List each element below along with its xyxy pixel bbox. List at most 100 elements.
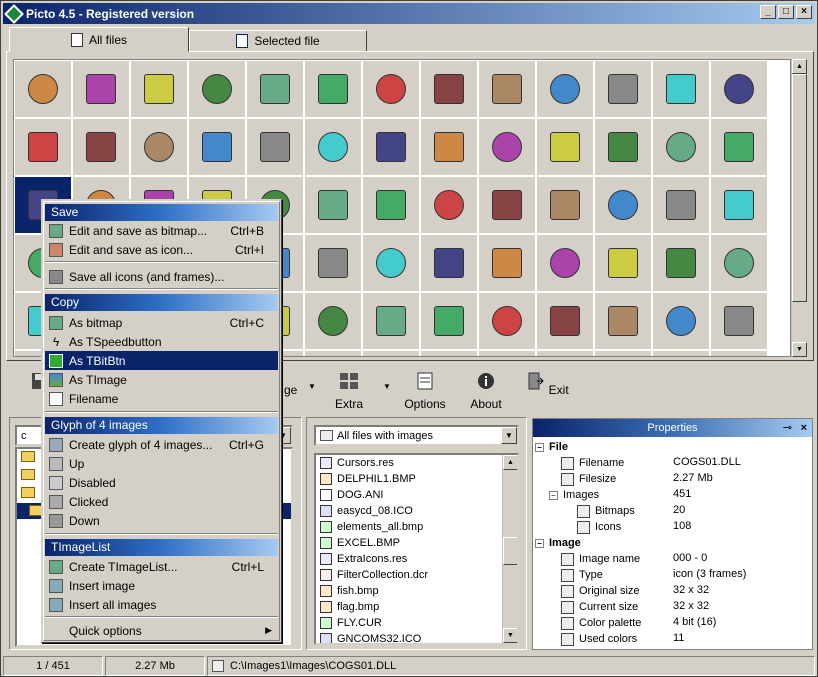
icon-cell[interactable] — [305, 293, 361, 349]
menu-item-insert-image[interactable]: Insert image — [45, 576, 278, 595]
collapse-icon[interactable]: − — [549, 490, 558, 500]
file-list-item[interactable]: FilterCollection.dcr — [316, 567, 517, 583]
file-list-item[interactable]: EXCEL.BMP — [316, 535, 517, 551]
image-dropdown-arrow-icon[interactable]: ▼ — [308, 382, 316, 391]
icon-cell[interactable] — [537, 293, 593, 349]
icon-cell[interactable] — [595, 351, 651, 356]
menu-item-disabled[interactable]: Disabled — [45, 473, 278, 492]
icon-cell[interactable] — [711, 293, 767, 349]
file-section-row[interactable]: − File — [535, 439, 568, 455]
file-list-item[interactable]: flag.bmp — [316, 599, 517, 615]
menu-item-save-all[interactable]: Save all icons (and frames)... — [45, 267, 278, 286]
scroll-thumb[interactable] — [792, 74, 807, 302]
prop-images[interactable]: − Images — [549, 487, 599, 503]
icon-cell[interactable] — [305, 61, 361, 117]
icon-cell[interactable] — [595, 177, 651, 233]
extra-tool-button[interactable]: Extra — [324, 371, 374, 411]
scroll-down-button[interactable]: ▼ — [792, 342, 807, 357]
icon-cell[interactable] — [363, 61, 419, 117]
icon-cell[interactable] — [479, 177, 535, 233]
icon-cell[interactable] — [711, 351, 767, 356]
image-section-row[interactable]: − Image — [535, 535, 581, 551]
icon-cell[interactable] — [189, 61, 245, 117]
icon-cell[interactable] — [653, 293, 709, 349]
file-list-item[interactable]: FLY.CUR — [316, 615, 517, 631]
icon-cell[interactable] — [363, 351, 419, 356]
icon-cell[interactable] — [73, 119, 129, 175]
scroll-up-button[interactable]: ▲ — [503, 455, 517, 470]
icon-cell[interactable] — [421, 235, 477, 291]
file-list-item[interactable]: GNCOMS32.ICO — [316, 631, 517, 643]
icon-cell[interactable] — [711, 235, 767, 291]
scroll-down-button[interactable]: ▼ — [503, 628, 517, 643]
scroll-thumb[interactable] — [503, 537, 517, 565]
menu-item-edit-save-icon[interactable]: Edit and save as icon... Ctrl+I — [45, 240, 278, 259]
icon-cell[interactable] — [363, 293, 419, 349]
icon-cell[interactable] — [247, 61, 303, 117]
icon-grid-scrollbar[interactable]: ▲ ▼ — [791, 59, 807, 357]
collapse-icon[interactable]: − — [535, 442, 544, 452]
icon-cell[interactable] — [479, 235, 535, 291]
menu-item-insert-all-images[interactable]: Insert all images — [45, 595, 278, 614]
file-list[interactable]: Cursors.res DELPHIL1.BMP DOG.ANI easycd_08.… — [314, 453, 519, 645]
menu-item-as-tbitbtn[interactable]: As TBitBtn — [45, 351, 278, 370]
icon-cell[interactable] — [711, 61, 767, 117]
filter-combo[interactable]: All files with images ▼ — [314, 425, 519, 446]
icon-cell[interactable] — [595, 235, 651, 291]
menu-item-edit-save-bitmap[interactable]: Edit and save as bitmap... Ctrl+B — [45, 221, 278, 240]
icon-cell[interactable] — [15, 119, 71, 175]
icon-cell[interactable] — [595, 61, 651, 117]
icon-cell[interactable] — [15, 61, 71, 117]
menu-item-as-bitmap[interactable]: As bitmap Ctrl+C — [45, 313, 278, 332]
icon-cell[interactable] — [537, 351, 593, 356]
icon-cell[interactable] — [363, 235, 419, 291]
menu-item-as-timage[interactable]: As TImage — [45, 370, 278, 389]
close-button[interactable]: × — [796, 5, 812, 19]
icon-cell[interactable] — [421, 119, 477, 175]
icon-cell[interactable] — [421, 293, 477, 349]
icon-cell[interactable] — [421, 177, 477, 233]
scroll-up-button[interactable]: ▲ — [792, 59, 807, 74]
close-icon[interactable]: × — [801, 419, 807, 437]
maximize-button[interactable]: □ — [778, 5, 794, 19]
icon-cell[interactable] — [711, 119, 767, 175]
icon-cell[interactable] — [131, 119, 187, 175]
pin-icon[interactable]: ⊸ — [783, 419, 792, 437]
icon-cell[interactable] — [537, 119, 593, 175]
chevron-down-icon[interactable]: ▼ — [501, 427, 517, 444]
menu-item-create-timagelist[interactable]: Create TImageList... Ctrl+L — [45, 557, 278, 576]
menu-item-create-glyph[interactable]: Create glyph of 4 images... Ctrl+G — [45, 435, 278, 454]
icon-cell[interactable] — [479, 293, 535, 349]
menu-item-quick-options[interactable]: Quick options ▶ — [45, 621, 278, 640]
file-list-item[interactable]: DOG.ANI — [316, 487, 517, 503]
extra-dropdown-arrow-icon[interactable]: ▼ — [383, 382, 391, 391]
icon-cell[interactable] — [537, 61, 593, 117]
options-tool-button[interactable]: Options — [400, 371, 450, 411]
menu-item-clicked[interactable]: Clicked — [45, 492, 278, 511]
file-list-item[interactable]: fish.bmp — [316, 583, 517, 599]
exit-tool-button[interactable]: Exit — [522, 371, 572, 397]
icon-cell[interactable] — [537, 177, 593, 233]
icon-cell[interactable] — [711, 177, 767, 233]
file-list-item[interactable]: ExtraIcons.res — [316, 551, 517, 567]
icon-cell[interactable] — [653, 177, 709, 233]
icon-cell[interactable] — [653, 351, 709, 356]
collapse-icon[interactable]: − — [535, 538, 544, 548]
icon-cell[interactable] — [305, 235, 361, 291]
icon-cell[interactable] — [363, 177, 419, 233]
icon-cell[interactable] — [595, 293, 651, 349]
icon-cell[interactable] — [305, 177, 361, 233]
file-list-item[interactable]: easycd_08.ICO — [316, 503, 517, 519]
menu-item-up[interactable]: Up — [45, 454, 278, 473]
file-list-item[interactable]: elements_all.bmp — [316, 519, 517, 535]
file-list-item[interactable]: DELPHIL1.BMP — [316, 471, 517, 487]
icon-cell[interactable] — [421, 351, 477, 356]
icon-cell[interactable] — [479, 119, 535, 175]
icon-cell[interactable] — [537, 235, 593, 291]
menu-item-as-tspeedbutton[interactable]: ϟ As TSpeedbutton — [45, 332, 278, 351]
icon-cell[interactable] — [305, 351, 361, 356]
icon-cell[interactable] — [247, 119, 303, 175]
menu-item-filename[interactable]: Filename — [45, 389, 278, 408]
minimize-button[interactable]: _ — [760, 5, 776, 19]
icon-cell[interactable] — [479, 61, 535, 117]
